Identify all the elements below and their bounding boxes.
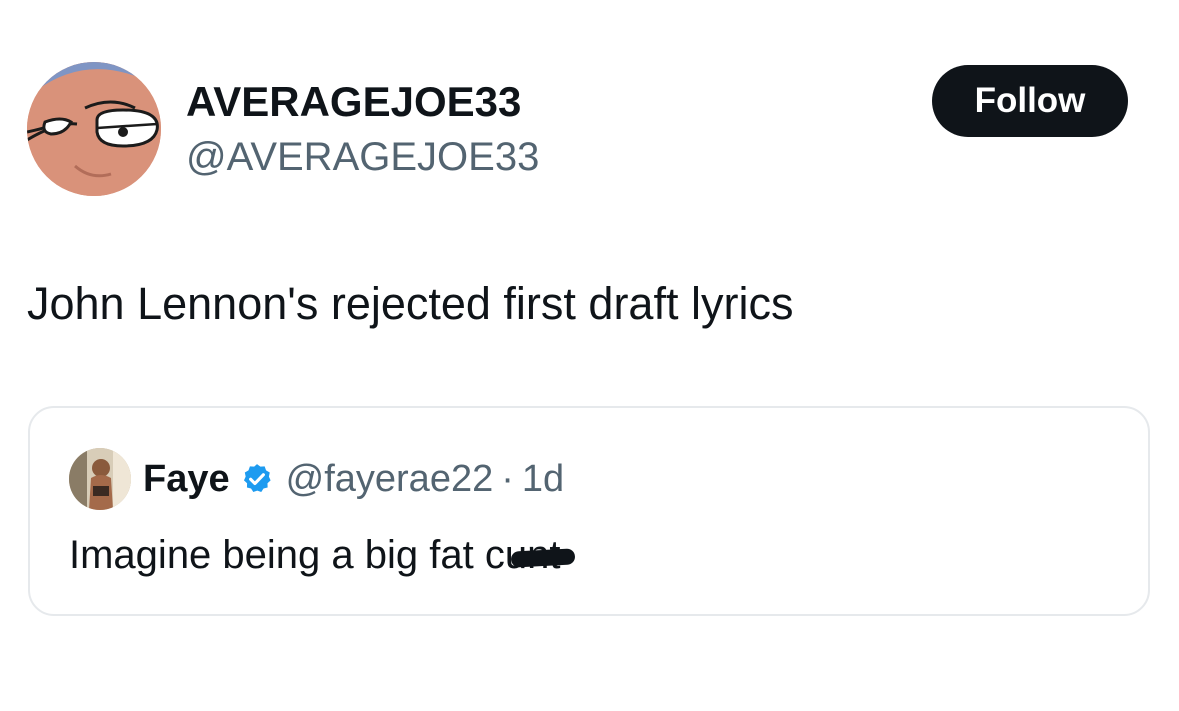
quote-timestamp[interactable]: 1d <box>522 456 564 502</box>
quote-author-name[interactable]: Faye <box>143 456 230 502</box>
verified-badge-icon <box>240 462 274 496</box>
author-avatar[interactable] <box>27 62 161 196</box>
quote-text: Imagine being a big fat cunt <box>69 530 576 580</box>
post: AVERAGEJOE33 @AVERAGEJOE33 Follow John L… <box>0 0 1179 711</box>
quote-text-prefix: Imagine being a big fat c <box>69 533 505 577</box>
cartoon-face-avatar-icon <box>27 62 161 196</box>
quote-author-handle[interactable]: @fayerae22 <box>286 456 494 502</box>
follow-button[interactable]: Follow <box>932 65 1128 137</box>
author-handle[interactable]: @AVERAGEJOE33 <box>186 134 539 180</box>
quoted-post-card[interactable]: Faye @fayerae22 · 1d Imagine being a big… <box>28 406 1150 616</box>
quote-author-avatar[interactable] <box>69 448 131 510</box>
profile-photo-avatar-icon <box>69 448 131 510</box>
author-display-name[interactable]: AVERAGEJOE33 <box>186 78 521 126</box>
separator-dot: · <box>501 458 514 500</box>
scribble-censor-mark <box>510 548 576 568</box>
quote-header: Faye @fayerae22 · 1d <box>143 456 564 502</box>
post-text: John Lennon's rejected first draft lyric… <box>27 278 794 329</box>
censored-word: unt <box>505 530 576 580</box>
